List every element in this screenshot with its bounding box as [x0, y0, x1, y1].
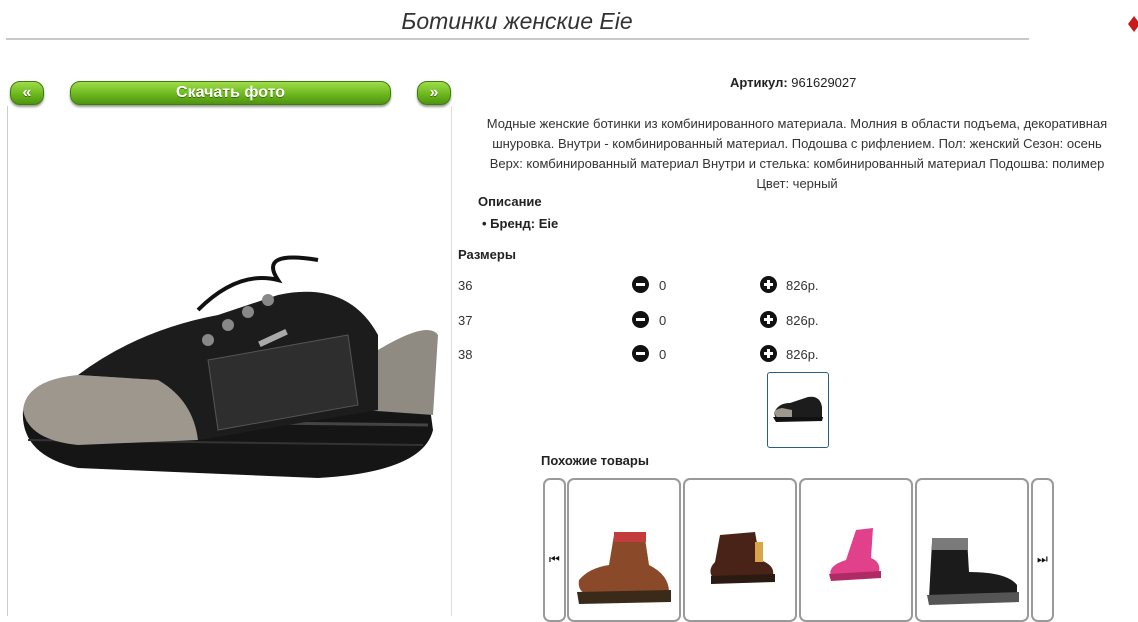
quantity-value: 0	[659, 313, 667, 328]
photo-thumbnail[interactable]	[767, 372, 829, 448]
dark-brown-kids-boot-image	[710, 532, 775, 584]
quantity-value: 0	[659, 347, 667, 362]
description-line: шнуровка. Внутри - комбинированный матер…	[492, 136, 1102, 151]
size-row: 38 0 826р.	[458, 345, 858, 365]
article-label: Артикул:	[730, 75, 788, 90]
pink-sneaker-image	[829, 528, 881, 581]
similar-product-card[interactable]	[915, 478, 1029, 622]
product-description: Модные женские ботинки из комбинированно…	[456, 114, 1138, 194]
description-line: Верх: комбинированный материал Внутри и …	[489, 156, 1105, 171]
price-value: 826р.	[786, 347, 819, 362]
red-logo-icon[interactable]	[1126, 12, 1138, 36]
brown-hiking-boot-image	[577, 532, 671, 604]
description-heading: Описание	[478, 194, 542, 209]
similar-product-card[interactable]	[799, 478, 913, 622]
skip-previous-icon: ⏮	[549, 552, 560, 566]
minus-icon[interactable]	[632, 345, 649, 362]
description-line: Модные женские ботинки из комбинированно…	[486, 116, 1108, 131]
carousel-prev-button[interactable]: ⏮	[543, 478, 566, 622]
prev-photo-button[interactable]: «	[10, 81, 44, 105]
minus-icon[interactable]	[632, 276, 649, 293]
brand-text: Бренд: Eie	[490, 216, 559, 231]
sizes-heading: Размеры	[458, 247, 516, 262]
download-photo-button[interactable]: Скачать фото	[70, 81, 391, 105]
title-divider	[6, 38, 1029, 40]
plus-icon[interactable]	[760, 276, 777, 293]
plus-icon[interactable]	[760, 311, 777, 328]
price-value: 826р.	[786, 278, 819, 293]
thumbnail-shoe-image	[773, 396, 823, 422]
similar-product-card[interactable]	[683, 478, 797, 622]
minus-icon[interactable]	[632, 311, 649, 328]
black-winter-boot-image	[927, 538, 1019, 605]
page-title: Ботинки женские Eie	[401, 8, 633, 34]
size-row: 36 0 826р.	[458, 276, 858, 296]
similar-product-card[interactable]	[567, 478, 681, 622]
article-number: Артикул: 961629027	[730, 75, 856, 90]
next-photo-button[interactable]: »	[417, 81, 451, 105]
brand-item: • Бренд: Eie	[482, 216, 559, 231]
similar-products-heading: Похожие товары	[541, 453, 649, 468]
price-value: 826р.	[786, 313, 819, 328]
size-value: 38	[458, 347, 473, 362]
size-value: 36	[458, 278, 473, 293]
skip-next-icon: ⏭	[1037, 552, 1048, 566]
size-value: 37	[458, 313, 473, 328]
carousel-next-button[interactable]: ⏭	[1031, 478, 1054, 622]
description-line: Цвет: черный	[756, 176, 838, 191]
plus-icon[interactable]	[760, 345, 777, 362]
quantity-value: 0	[659, 278, 667, 293]
main-product-photo	[22, 255, 438, 478]
size-row: 37 0 826р.	[458, 311, 858, 331]
article-value: 961629027	[791, 75, 857, 90]
